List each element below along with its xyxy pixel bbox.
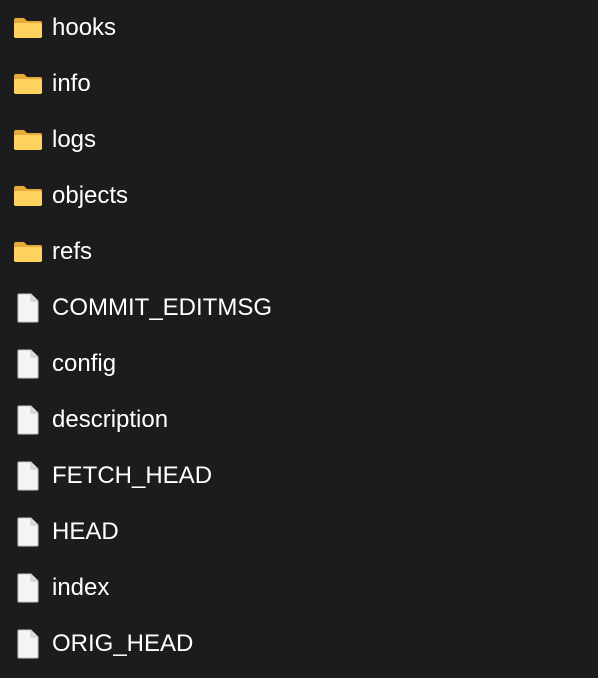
list-item-head[interactable]: HEAD	[0, 504, 598, 560]
list-item-hooks[interactable]: hooks	[0, 0, 598, 56]
item-label: refs	[52, 238, 93, 265]
file-icon	[13, 461, 43, 491]
item-label: HEAD	[52, 518, 119, 545]
list-item-index[interactable]: index	[0, 560, 598, 616]
list-item-commit-editmsg[interactable]: COMMIT_EDITMSG	[0, 280, 598, 336]
file-list: hooks info logs objects refs COMMIT_EDIT…	[0, 0, 598, 678]
item-label: objects	[52, 182, 129, 209]
item-label: ORIG_HEAD	[52, 630, 194, 657]
item-label: description	[52, 406, 169, 433]
list-item-refs[interactable]: refs	[0, 224, 598, 280]
folder-icon	[13, 69, 43, 99]
list-item-fetch-head[interactable]: FETCH_HEAD	[0, 448, 598, 504]
file-icon	[13, 517, 43, 547]
file-icon	[13, 629, 43, 659]
list-item-logs[interactable]: logs	[0, 112, 598, 168]
item-label: index	[52, 574, 110, 601]
item-label: FETCH_HEAD	[52, 462, 213, 489]
item-label: logs	[52, 126, 97, 153]
list-item-orig-head[interactable]: ORIG_HEAD	[0, 616, 598, 672]
file-icon	[13, 349, 43, 379]
folder-icon	[13, 13, 43, 43]
list-item-objects[interactable]: objects	[0, 168, 598, 224]
folder-icon	[13, 125, 43, 155]
item-label: COMMIT_EDITMSG	[52, 294, 272, 321]
file-icon	[13, 293, 43, 323]
folder-icon	[13, 181, 43, 211]
list-item-config[interactable]: config	[0, 336, 598, 392]
list-item-info[interactable]: info	[0, 56, 598, 112]
folder-icon	[13, 237, 43, 267]
list-item-description[interactable]: description	[0, 392, 598, 448]
file-icon	[13, 405, 43, 435]
file-icon	[13, 573, 43, 603]
item-label: hooks	[52, 14, 117, 41]
item-label: config	[52, 350, 117, 377]
item-label: info	[52, 70, 91, 97]
